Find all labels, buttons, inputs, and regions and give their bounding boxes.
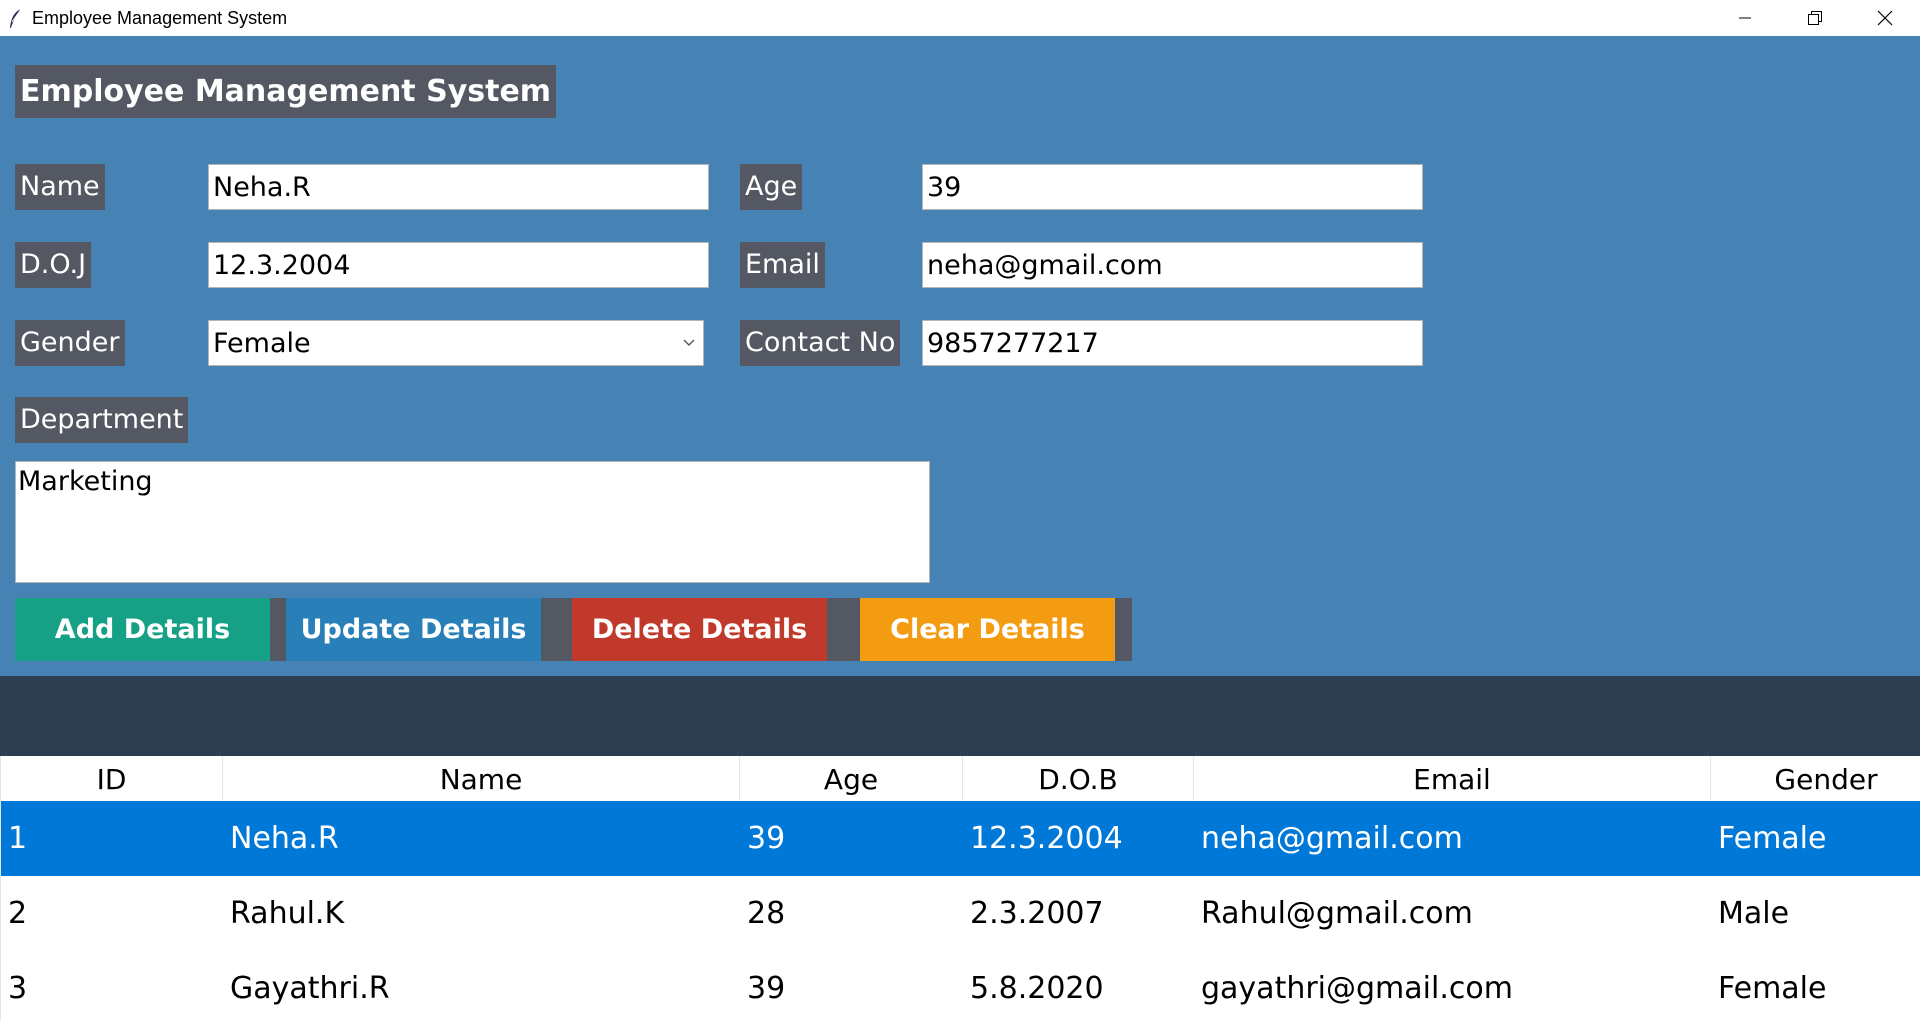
feather-icon <box>8 8 24 28</box>
button-bar: Add Details Update Details Delete Detail… <box>15 598 1132 661</box>
age-input[interactable] <box>922 164 1423 210</box>
page-title: Employee Management System <box>15 65 557 118</box>
table-header: ID Name Age D.O.B Email Gender <box>1 756 1920 801</box>
minimize-icon[interactable] <box>1710 0 1780 36</box>
email-input[interactable] <box>922 242 1423 288</box>
gender-label: Gender <box>15 320 125 366</box>
column-header-email[interactable]: Email <box>1194 756 1711 801</box>
column-header-gender[interactable]: Gender <box>1711 756 1920 801</box>
contact-label: Contact No <box>740 320 901 366</box>
delete-details-button[interactable]: Delete Details <box>572 598 827 661</box>
close-icon[interactable] <box>1850 0 1920 36</box>
add-details-button[interactable]: Add Details <box>15 598 270 661</box>
department-label: Department <box>15 397 189 443</box>
cell-id: 2 <box>8 896 28 931</box>
window-titlebar: Employee Management System <box>0 0 1920 36</box>
cell-gender: Female <box>1718 821 1827 856</box>
cell-id: 1 <box>8 821 28 856</box>
cell-name: Neha.R <box>230 821 339 856</box>
cell-age: 39 <box>747 971 786 1006</box>
cell-dob: 12.3.2004 <box>970 821 1123 856</box>
table-row[interactable]: 3 Gayathri.R 39 5.8.2020 gayathri@gmail.… <box>1 951 1920 1021</box>
cell-dob: 2.3.2007 <box>970 896 1104 931</box>
cell-email: Rahul@gmail.com <box>1201 896 1473 931</box>
contact-input[interactable] <box>922 320 1423 366</box>
employee-table[interactable]: ID Name Age D.O.B Email Gender 1 Neha.R … <box>0 756 1920 1021</box>
cell-email: neha@gmail.com <box>1201 821 1463 856</box>
column-header-age[interactable]: Age <box>740 756 963 801</box>
cell-name: Rahul.K <box>230 896 345 931</box>
cell-gender: Male <box>1718 896 1790 931</box>
column-header-name[interactable]: Name <box>223 756 740 801</box>
cell-id: 3 <box>8 971 28 1006</box>
name-input[interactable] <box>208 164 709 210</box>
window-title: Employee Management System <box>32 7 288 28</box>
age-label: Age <box>740 164 803 210</box>
doj-input[interactable] <box>208 242 709 288</box>
cell-age: 28 <box>747 896 786 931</box>
update-details-button[interactable]: Update Details <box>286 598 541 661</box>
department-textarea[interactable]: Marketing <box>15 461 930 583</box>
cell-age: 39 <box>747 821 786 856</box>
column-header-dob[interactable]: D.O.B <box>963 756 1194 801</box>
gender-select-value: Female <box>213 327 311 359</box>
name-label: Name <box>15 164 105 210</box>
email-label: Email <box>740 242 825 288</box>
doj-label: D.O.J <box>15 242 92 288</box>
gender-select[interactable]: Female <box>208 320 704 366</box>
table-row[interactable]: 2 Rahul.K 28 2.3.2007 Rahul@gmail.com Ma… <box>1 876 1920 951</box>
restore-icon[interactable] <box>1780 0 1850 36</box>
table-header-band <box>0 676 1920 756</box>
cell-name: Gayathri.R <box>230 971 390 1006</box>
chevron-down-icon[interactable] <box>675 338 703 348</box>
table-row[interactable]: 1 Neha.R 39 12.3.2004 neha@gmail.com Fem… <box>1 801 1920 876</box>
clear-details-button[interactable]: Clear Details <box>860 598 1115 661</box>
cell-email: gayathri@gmail.com <box>1201 971 1513 1006</box>
cell-gender: Female <box>1718 971 1827 1006</box>
cell-dob: 5.8.2020 <box>970 971 1104 1006</box>
column-header-id[interactable]: ID <box>1 756 223 801</box>
